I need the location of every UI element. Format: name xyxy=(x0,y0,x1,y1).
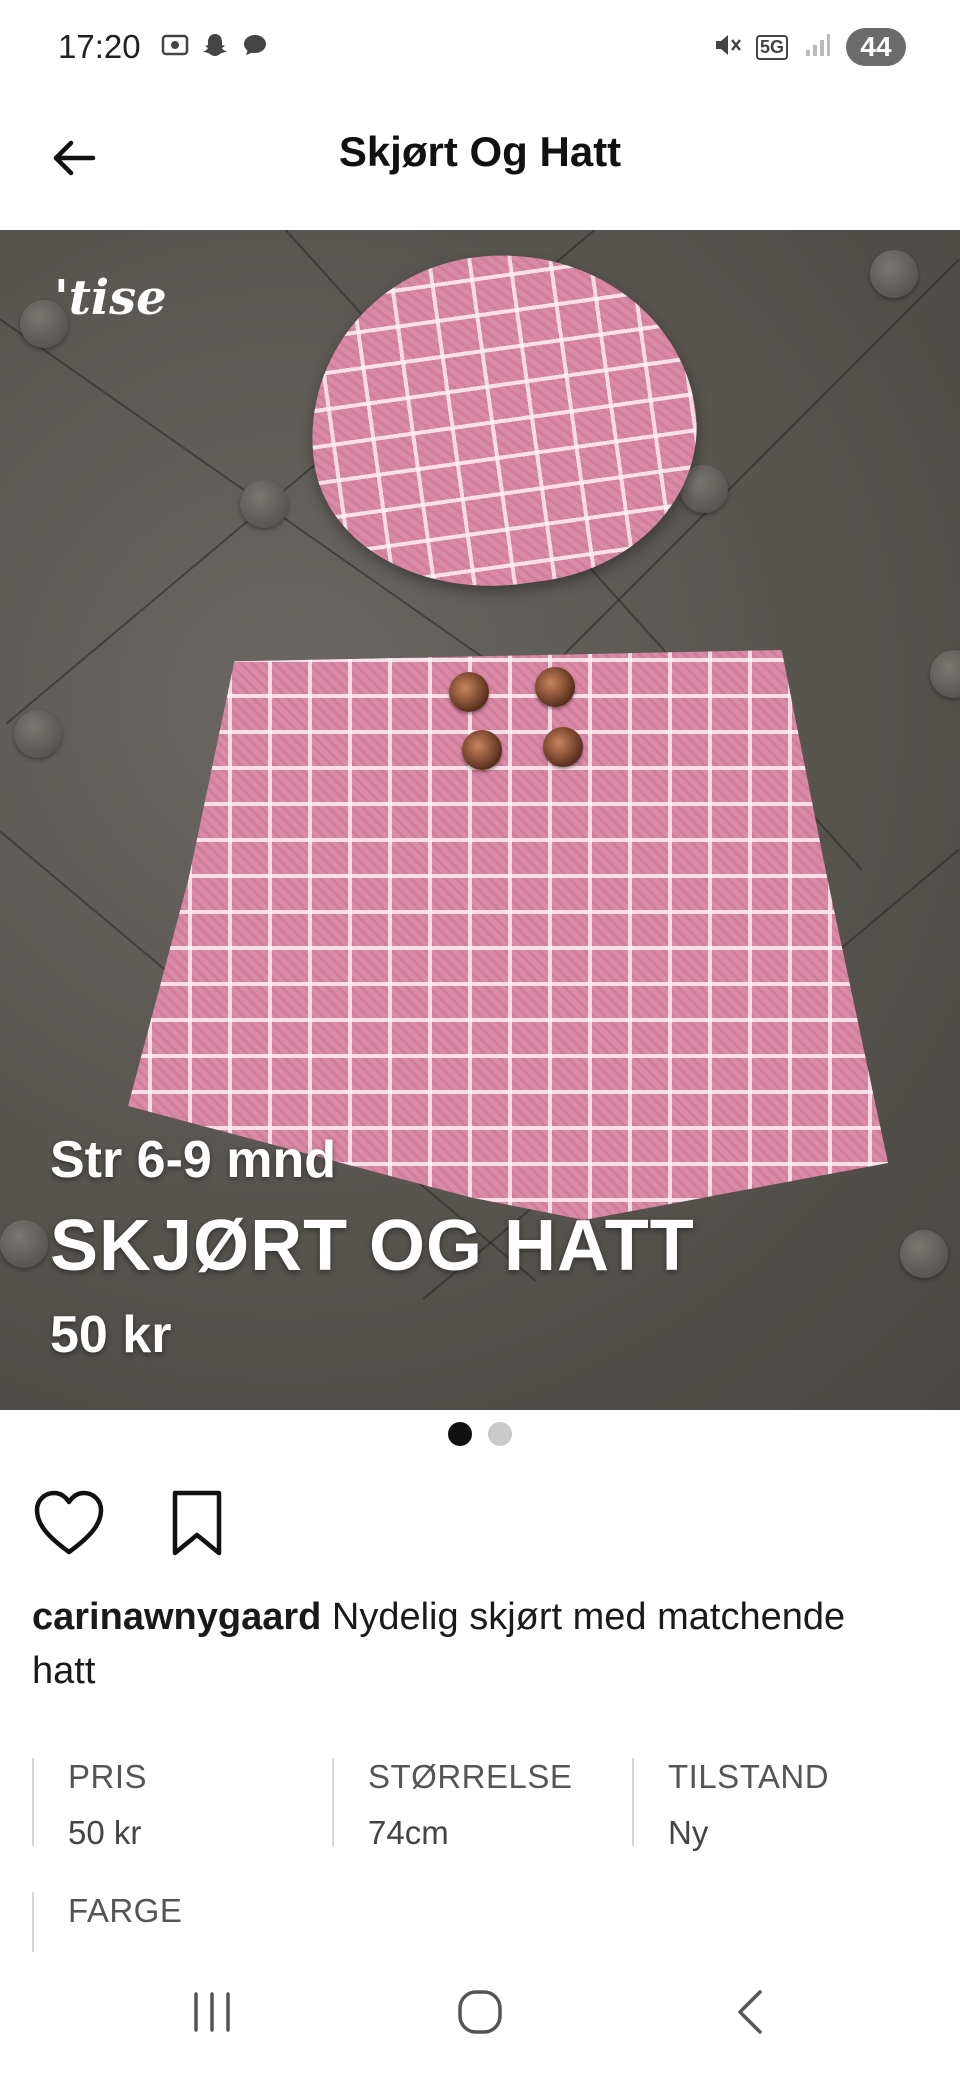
attribute-condition: TILSTAND Ny xyxy=(632,1758,932,1851)
attribute-size: STØRRELSE 74cm xyxy=(332,1758,632,1851)
heart-icon xyxy=(33,1490,105,1561)
skirt-button xyxy=(543,727,583,767)
battery-badge: 44 xyxy=(846,28,906,66)
system-status: 5G 44 xyxy=(712,28,906,66)
tise-logo: 'tise xyxy=(54,270,167,326)
mute-icon xyxy=(712,30,742,65)
message-icon xyxy=(240,30,270,60)
page-title: Skjørt Og Hatt xyxy=(338,128,622,175)
pager-dot-2[interactable] xyxy=(488,1422,512,1446)
recents-icon xyxy=(188,1990,236,2039)
system-nav-bar xyxy=(0,1952,960,2080)
skirt-button xyxy=(535,667,575,707)
chevron-left-icon xyxy=(730,1988,770,2041)
overlay-title: SKJØRT OG HATT xyxy=(50,1206,695,1286)
status-bar: 17:20 5G 44 xyxy=(0,0,960,100)
skirt-button xyxy=(462,730,502,770)
notification-icons xyxy=(160,30,270,60)
product-attributes: PRIS 50 kr STØRRELSE 74cm TILSTAND Ny FA… xyxy=(32,1758,932,1962)
tufting-button xyxy=(930,650,960,698)
attribute-value: 50 kr xyxy=(68,1814,142,1851)
attribute-label: STØRRELSE xyxy=(368,1758,573,1795)
attribute-value: Ny xyxy=(668,1814,709,1851)
save-button[interactable] xyxy=(160,1488,234,1562)
home-button[interactable] xyxy=(440,1982,520,2046)
attribute-row: PRIS 50 kr STØRRELSE 74cm TILSTAND Ny xyxy=(32,1758,932,1851)
snapchat-icon xyxy=(200,30,230,60)
overlay-size: Str 6-9 mnd xyxy=(50,1131,337,1189)
overlay-price: 50 kr xyxy=(50,1306,172,1364)
attribute-label: FARGE xyxy=(68,1892,183,1929)
post-description: carinawnygaard Nydelig skjørt med matche… xyxy=(32,1590,912,1698)
attribute-label: PRIS xyxy=(68,1758,148,1795)
bookmark-icon xyxy=(169,1489,225,1562)
username-link[interactable]: carinawnygaard xyxy=(32,1596,321,1638)
tufting-button xyxy=(0,1220,48,1268)
signal-icon xyxy=(802,30,832,65)
like-button[interactable] xyxy=(32,1488,106,1562)
attribute-label: TILSTAND xyxy=(668,1758,830,1795)
tufting-button xyxy=(900,1230,948,1278)
nav-back-button[interactable] xyxy=(710,1982,790,2046)
attribute-value: 74cm xyxy=(368,1814,449,1851)
tufting-button xyxy=(870,250,918,298)
pager-dot-1[interactable] xyxy=(448,1422,472,1446)
network-5g-icon: 5G xyxy=(755,34,788,60)
home-icon xyxy=(456,1988,504,2041)
app-header: Skjørt Og Hatt xyxy=(0,100,960,230)
tufting-button xyxy=(14,710,62,758)
tufting-button xyxy=(240,480,288,528)
status-time: 17:20 xyxy=(58,28,141,65)
post-actions xyxy=(32,1488,234,1562)
hat-photo xyxy=(288,230,717,611)
image-pager xyxy=(0,1422,960,1446)
product-image[interactable]: 'tise Str 6-9 mnd SKJØRT OG HATT 50 kr xyxy=(0,230,960,1410)
recents-button[interactable] xyxy=(172,1982,252,2046)
screenshot-icon xyxy=(160,30,190,60)
skirt-button xyxy=(449,672,489,712)
attribute-price: PRIS 50 kr xyxy=(32,1758,332,1851)
